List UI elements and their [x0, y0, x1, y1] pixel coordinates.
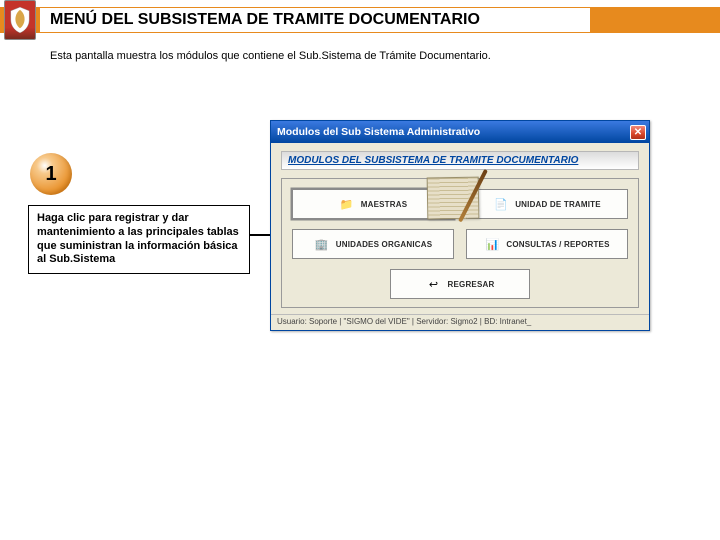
unidades-organicas-label: UNIDADES ORGANICAS — [336, 240, 433, 249]
close-button[interactable]: ✕ — [630, 125, 646, 140]
dialog-window: Modulos del Sub Sistema Administrativo ✕… — [270, 120, 650, 331]
page-subtitle: Esta pantalla muestra los módulos que co… — [50, 50, 491, 62]
regresar-label: REGRESAR — [448, 280, 495, 289]
dialog-heading: MODULOS DEL SUBSISTEMA DE TRAMITE DOCUME… — [281, 151, 639, 170]
status-bar: Usuario: Soporte | "SIGMO del VIDE" | Se… — [271, 314, 649, 330]
report-icon: 📊 — [484, 236, 500, 252]
unidad-tramite-label: UNIDAD DE TRAMITE — [515, 200, 601, 209]
page-title: MENÚ DEL SUBSISTEMA DE TRAMITE DOCUMENTA… — [50, 11, 480, 29]
modules-panel: 📁 MAESTRAS 📄 UNIDAD DE TRAMITE 🏢 UNIDADE… — [281, 178, 639, 308]
maestras-label: MAESTRAS — [361, 200, 408, 209]
unidades-organicas-button[interactable]: 🏢 UNIDADES ORGANICAS — [292, 229, 454, 259]
row-1: 📁 MAESTRAS 📄 UNIDAD DE TRAMITE — [292, 189, 628, 219]
consultas-reportes-button[interactable]: 📊 CONSULTAS / REPORTES — [466, 229, 628, 259]
maestras-button[interactable]: 📁 MAESTRAS — [292, 189, 454, 219]
dialog-titlebar: Modulos del Sub Sistema Administrativo ✕ — [271, 121, 649, 143]
regresar-button[interactable]: ↩ REGRESAR — [390, 269, 530, 299]
document-icon: 📄 — [493, 196, 509, 212]
dialog-title: Modulos del Sub Sistema Administrativo — [277, 126, 480, 138]
back-icon: ↩ — [426, 276, 442, 292]
close-icon: ✕ — [634, 127, 642, 138]
org-logo — [4, 0, 36, 40]
callout-box: Haga clic para registrar y dar mantenimi… — [28, 205, 250, 274]
dialog-body: MODULOS DEL SUBSISTEMA DE TRAMITE DOCUME… — [271, 143, 649, 314]
unidad-tramite-button[interactable]: 📄 UNIDAD DE TRAMITE — [466, 189, 628, 219]
title-band: MENÚ DEL SUBSISTEMA DE TRAMITE DOCUMENTA… — [40, 8, 590, 32]
org-icon: 🏢 — [314, 236, 330, 252]
step-badge: 1 — [30, 153, 72, 195]
row-2: 🏢 UNIDADES ORGANICAS 📊 CONSULTAS / REPOR… — [292, 229, 628, 259]
folder-icon: 📁 — [339, 196, 355, 212]
consultas-reportes-label: CONSULTAS / REPORTES — [506, 240, 609, 249]
row-3: ↩ REGRESAR — [292, 269, 628, 299]
